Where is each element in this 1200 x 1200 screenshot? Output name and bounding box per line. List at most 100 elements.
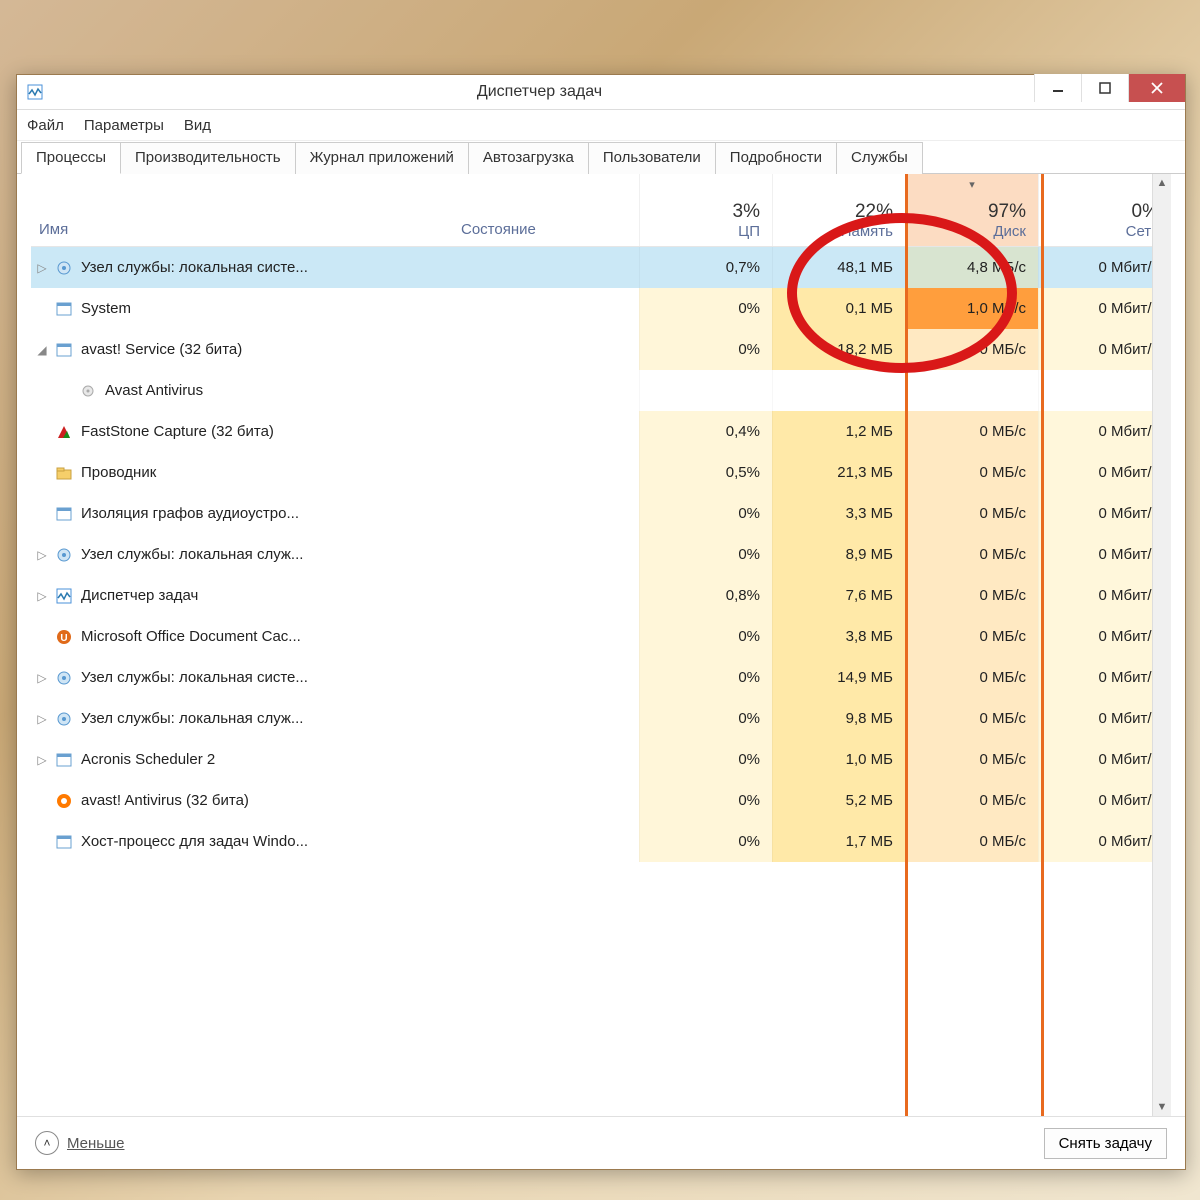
table-row[interactable]: ◢avast! Service (32 бита)0%18,2 МБ0 МБ/с… bbox=[31, 329, 1171, 370]
process-icon bbox=[53, 750, 75, 770]
cell-memory: 5,2 МБ bbox=[772, 780, 905, 821]
process-icon: U bbox=[53, 627, 75, 647]
table-row[interactable]: Изоляция графов аудиоустро...0%3,3 МБ0 М… bbox=[31, 493, 1171, 534]
table-row[interactable]: ▷Узел службы: локальная систе...0,7%48,1… bbox=[31, 247, 1171, 288]
process-name: Узел службы: локальная служ... bbox=[81, 546, 441, 563]
expand-icon[interactable]: ▷ bbox=[31, 712, 53, 726]
tab-performance[interactable]: Производительность bbox=[120, 142, 296, 174]
tab-processes[interactable]: Процессы bbox=[21, 142, 121, 174]
cpu-label: ЦП bbox=[738, 223, 760, 240]
table-row[interactable]: UMicrosoft Office Document Cac...0%3,8 М… bbox=[31, 616, 1171, 657]
chevron-up-icon: ˄ bbox=[35, 1131, 59, 1155]
process-icon bbox=[53, 791, 75, 811]
end-task-button[interactable]: Снять задачу bbox=[1044, 1128, 1167, 1159]
cell-disk: 4,8 МБ/с bbox=[905, 247, 1038, 288]
menu-view[interactable]: Вид bbox=[184, 117, 211, 134]
table-row[interactable]: ▷Диспетчер задач0,8%7,6 МБ0 МБ/с0 Мбит/с bbox=[31, 575, 1171, 616]
process-icon bbox=[53, 463, 75, 483]
table-row[interactable]: FastStone Capture (32 бита)0,4%1,2 МБ0 М… bbox=[31, 411, 1171, 452]
process-icon bbox=[53, 340, 75, 360]
col-cpu[interactable]: 3% ЦП bbox=[639, 174, 772, 246]
col-disk[interactable]: ▾ 97% Диск bbox=[905, 174, 1038, 246]
col-status[interactable]: Состояние bbox=[453, 174, 639, 246]
cell-disk: 0 МБ/с bbox=[905, 657, 1038, 698]
process-icon bbox=[53, 832, 75, 852]
cell-disk: 0 МБ/с bbox=[905, 411, 1038, 452]
table-row[interactable]: ▷Узел службы: локальная систе...0%14,9 М… bbox=[31, 657, 1171, 698]
scroll-up-icon[interactable]: ▲ bbox=[1153, 174, 1171, 192]
task-manager-window: Диспетчер задач Файл Параметры Вид Проце… bbox=[16, 74, 1186, 1170]
cell-status bbox=[441, 698, 639, 739]
cell-disk: 0 МБ/с bbox=[905, 616, 1038, 657]
cell-cpu: 0% bbox=[639, 534, 772, 575]
expand-icon[interactable]: ▷ bbox=[31, 671, 53, 685]
cell-memory: 8,9 МБ bbox=[772, 534, 905, 575]
table-row[interactable]: avast! Antivirus (32 бита)0%5,2 МБ0 МБ/с… bbox=[31, 780, 1171, 821]
minimize-button[interactable] bbox=[1034, 74, 1081, 102]
table-row[interactable]: Avast Antivirus bbox=[31, 370, 1171, 411]
cell-cpu: 0,8% bbox=[639, 575, 772, 616]
cell-cpu: 0% bbox=[639, 780, 772, 821]
table-row[interactable]: ▷Acronis Scheduler 20%1,0 МБ0 МБ/с0 Мбит… bbox=[31, 739, 1171, 780]
expand-icon[interactable]: ▷ bbox=[31, 261, 53, 275]
expand-icon[interactable]: ▷ bbox=[31, 753, 53, 767]
table-row[interactable]: Проводник0,5%21,3 МБ0 МБ/с0 Мбит/с bbox=[31, 452, 1171, 493]
process-grid: Имя Состояние 3% ЦП 22% Память ▾ 97% Дис… bbox=[31, 174, 1171, 1116]
cpu-percent: 3% bbox=[733, 201, 760, 223]
sort-indicator-icon: ▾ bbox=[969, 178, 975, 191]
process-name: Узел службы: локальная служ... bbox=[81, 710, 441, 727]
menu-file[interactable]: Файл bbox=[27, 117, 64, 134]
table-row[interactable]: ▷ Узел службы: локальная служ... 0%8,9 МБ0… bbox=[31, 534, 1171, 575]
cell-status bbox=[441, 370, 639, 411]
tab-users[interactable]: Пользователи bbox=[588, 142, 716, 174]
cell-memory: 7,6 МБ bbox=[772, 575, 905, 616]
cell-status bbox=[441, 616, 639, 657]
maximize-button[interactable] bbox=[1081, 74, 1128, 102]
cell-status bbox=[441, 411, 639, 452]
scroll-down-icon[interactable]: ▼ bbox=[1153, 1098, 1171, 1116]
expand-icon[interactable]: ▷ bbox=[31, 548, 53, 562]
cell-disk: 0 МБ/с bbox=[905, 739, 1038, 780]
process-icon bbox=[77, 381, 99, 401]
tab-startup[interactable]: Автозагрузка bbox=[468, 142, 589, 174]
process-name: Изоляция графов аудиоустро... bbox=[81, 505, 441, 522]
process-name: avast! Antivirus (32 бита) bbox=[81, 792, 441, 809]
table-row[interactable]: Хост-процесс для задач Windo...0%1,7 МБ0… bbox=[31, 821, 1171, 862]
col-name[interactable]: Имя bbox=[31, 174, 453, 246]
cell-disk: 0 МБ/с bbox=[905, 534, 1038, 575]
process-name: Узел службы: локальная систе... bbox=[81, 669, 441, 686]
process-icon bbox=[53, 258, 75, 278]
tab-services[interactable]: Службы bbox=[836, 142, 923, 174]
cell-status bbox=[441, 657, 639, 698]
cell-disk bbox=[905, 370, 1038, 411]
tabs: Процессы Производительность Журнал прило… bbox=[17, 141, 1185, 174]
scrollbar[interactable]: ▲ ▼ bbox=[1152, 174, 1171, 1116]
cell-memory: 3,8 МБ bbox=[772, 616, 905, 657]
table-row[interactable]: ▷Узел службы: локальная служ...0%9,8 МБ0… bbox=[31, 698, 1171, 739]
fewer-details[interactable]: ˄ Меньше bbox=[35, 1131, 124, 1155]
cell-memory: 48,1 МБ bbox=[772, 247, 905, 288]
cell-memory: 9,8 МБ bbox=[772, 698, 905, 739]
cell-memory: 21,3 МБ bbox=[772, 452, 905, 493]
tab-details[interactable]: Подробности bbox=[715, 142, 837, 174]
cell-disk: 1,0 МБ/с bbox=[905, 288, 1038, 329]
cell-cpu: 0% bbox=[639, 821, 772, 862]
cell-status bbox=[441, 452, 639, 493]
cell-cpu: 0% bbox=[639, 329, 772, 370]
process-name: System bbox=[81, 300, 441, 317]
tab-app-history[interactable]: Журнал приложений bbox=[295, 142, 469, 174]
content: Имя Состояние 3% ЦП 22% Память ▾ 97% Дис… bbox=[17, 174, 1185, 1169]
process-icon bbox=[53, 545, 75, 565]
expand-icon[interactable]: ▷ bbox=[31, 589, 53, 603]
cell-disk: 0 МБ/с bbox=[905, 575, 1038, 616]
svg-text:U: U bbox=[60, 633, 67, 644]
table-row[interactable]: System0%0,1 МБ1,0 МБ/с0 Мбит/с bbox=[31, 288, 1171, 329]
window-controls bbox=[1034, 75, 1185, 109]
menu-options[interactable]: Параметры bbox=[84, 117, 164, 134]
close-button[interactable] bbox=[1128, 74, 1185, 102]
expand-icon[interactable]: ◢ bbox=[31, 343, 53, 357]
process-icon bbox=[53, 299, 75, 319]
cell-memory: 1,2 МБ bbox=[772, 411, 905, 452]
col-memory[interactable]: 22% Память bbox=[772, 174, 905, 246]
cell-disk: 0 МБ/с bbox=[905, 493, 1038, 534]
